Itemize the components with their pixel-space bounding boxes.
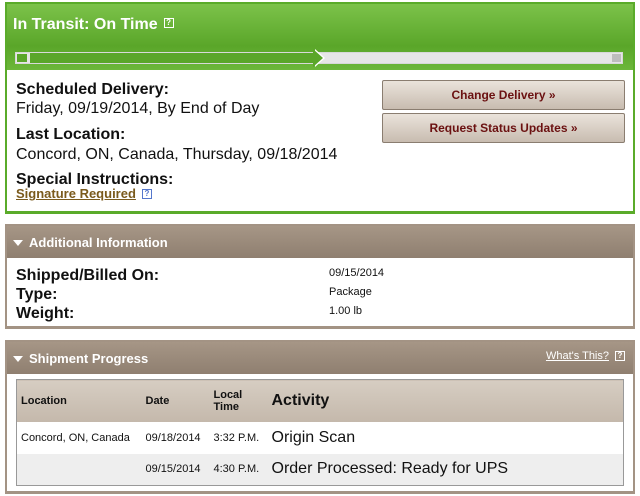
- shipment-progress-section: Shipment Progress What's This?? Location…: [5, 340, 635, 494]
- row-date: 09/15/2014: [141, 453, 210, 486]
- type-value: Package: [329, 286, 372, 298]
- section-title: Shipment Progress: [29, 351, 149, 366]
- status-title: In Transit: On Time: [13, 16, 158, 33]
- status-header: In Transit: On Time?: [7, 4, 633, 46]
- column-header-local-time: Local Time: [209, 379, 268, 422]
- collapse-triangle-icon: [13, 356, 23, 362]
- shipment-progress-header[interactable]: Shipment Progress What's This??: [7, 342, 633, 374]
- type-label: Type:: [16, 286, 58, 303]
- row-activity: Order Processed: Ready for UPS: [267, 453, 624, 486]
- table-row: 09/15/2014 4:30 P.M. Order Processed: Re…: [16, 453, 624, 486]
- column-header-activity: Activity: [267, 379, 624, 422]
- row-time: 3:32 P.M.: [209, 421, 268, 454]
- row-location: Concord, ON, Canada: [16, 421, 142, 454]
- shipment-progress-table: Location Date Local Time Activity Concord…: [16, 379, 624, 486]
- row-location: [16, 453, 142, 486]
- table-row: Concord, ON, Canada 09/18/2014 3:32 P.M.…: [16, 421, 624, 454]
- signature-required-link[interactable]: Signature Required?: [16, 186, 152, 201]
- table-header-row: Location Date Local Time Activity: [16, 379, 624, 422]
- additional-information-header[interactable]: Additional Information: [7, 226, 633, 258]
- progress-arrow-inner: [313, 49, 323, 67]
- whats-this-link[interactable]: What's This??: [546, 350, 625, 362]
- delivery-status-panel: In Transit: On Time? Scheduled Delivery:…: [5, 2, 635, 214]
- column-header-location: Location: [16, 379, 142, 422]
- shipment-progress-bar: [15, 49, 623, 67]
- row-activity: Origin Scan: [267, 421, 624, 454]
- column-header-date: Date: [141, 379, 210, 422]
- help-icon[interactable]: ?: [163, 18, 174, 28]
- help-icon[interactable]: ?: [141, 189, 152, 199]
- row-date: 09/18/2014: [141, 421, 210, 454]
- shipped-billed-label: Shipped/Billed On:: [16, 267, 160, 284]
- shipped-billed-value: 09/15/2014: [329, 267, 385, 279]
- local-time-line-1: Local: [213, 388, 243, 401]
- scheduled-delivery-label: Scheduled Delivery:: [16, 81, 169, 98]
- progress-start-marker: [17, 54, 27, 62]
- scheduled-delivery-value: Friday, 09/19/2014, By End of Day: [16, 100, 260, 117]
- last-location-label: Last Location:: [16, 126, 126, 143]
- change-delivery-button[interactable]: Change Delivery »: [382, 80, 625, 110]
- help-icon[interactable]: ?: [615, 351, 625, 361]
- progress-fill: [30, 53, 313, 63]
- section-title: Additional Information: [29, 235, 168, 250]
- row-time: 4:30 P.M.: [209, 453, 268, 486]
- progress-end-marker: [612, 54, 621, 62]
- request-status-updates-button[interactable]: Request Status Updates »: [382, 113, 625, 143]
- progress-strip: [7, 46, 633, 70]
- collapse-triangle-icon: [13, 240, 23, 246]
- additional-information-section: Additional Information Shipped/Billed On…: [5, 224, 635, 329]
- whats-this-text: What's This?: [545, 350, 609, 362]
- local-time-line-2: Time: [213, 400, 239, 413]
- signature-required-text: Signature Required: [16, 186, 136, 201]
- weight-value: 1.00 lb: [329, 305, 363, 317]
- weight-label: Weight:: [16, 305, 75, 322]
- last-location-value: Concord, ON, Canada, Thursday, 09/18/201…: [16, 146, 338, 163]
